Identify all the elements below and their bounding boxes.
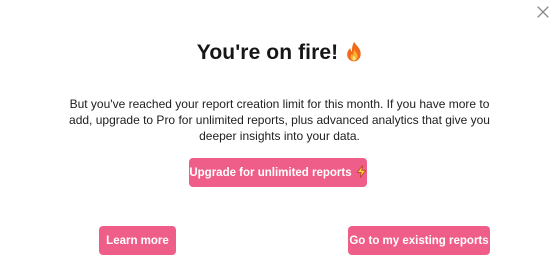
modal-title: You're on fire! [196, 41, 339, 64]
upgrade-button[interactable]: Upgrade for unlimited reports [189, 158, 367, 187]
existing-reports-button[interactable]: Go to my existing reports [348, 226, 490, 255]
upgrade-button-label: Upgrade for unlimited reports [189, 166, 352, 179]
close-button[interactable] [535, 4, 551, 20]
upgrade-modal: You're on fire! But you've reached your … [0, 0, 559, 275]
learn-more-label: Learn more [106, 234, 169, 247]
learn-more-button[interactable]: Learn more [99, 226, 176, 255]
close-icon [537, 6, 549, 18]
lightning-bolt-icon [356, 164, 367, 181]
fire-icon [346, 41, 362, 68]
modal-body-text: But you've reached your report creation … [69, 97, 490, 143]
existing-reports-label: Go to my existing reports [349, 234, 489, 247]
modal-title-row: You're on fire! [0, 41, 559, 68]
